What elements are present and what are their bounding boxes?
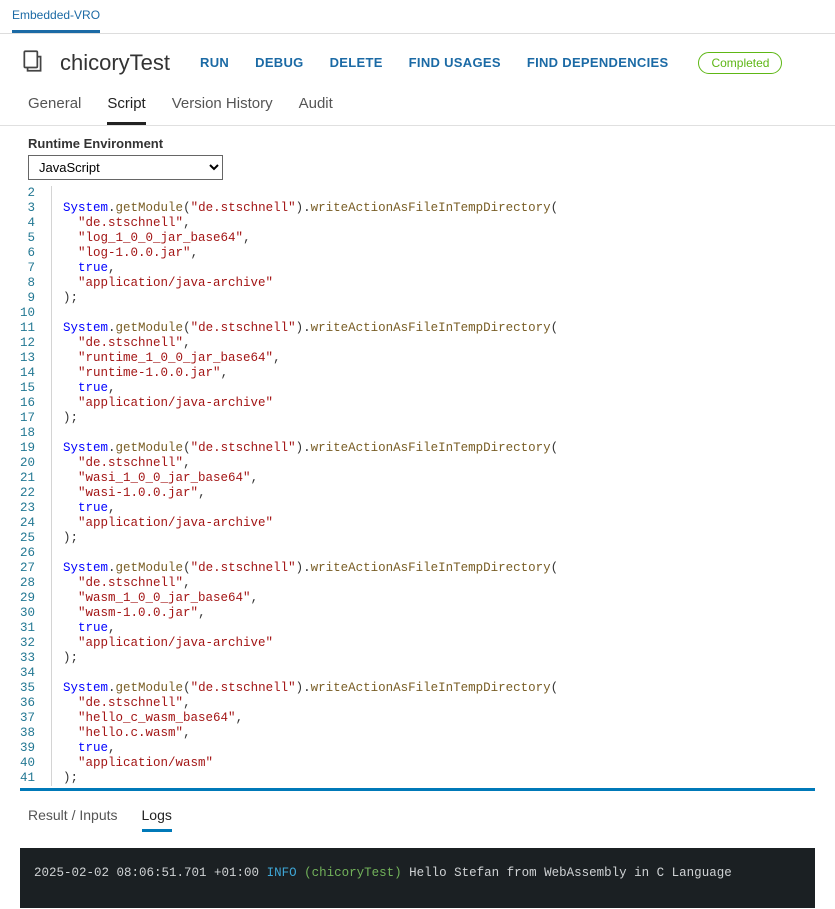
runtime-label: Runtime Environment bbox=[28, 136, 807, 151]
find-usages-button[interactable]: FIND USAGES bbox=[409, 55, 501, 70]
find-dependencies-button[interactable]: FIND DEPENDENCIES bbox=[527, 55, 669, 70]
action-icon bbox=[20, 48, 46, 77]
page-header: chicoryTest RUN DEBUG DELETE FIND USAGES… bbox=[0, 34, 835, 87]
page-title: chicoryTest bbox=[60, 50, 170, 76]
runtime-section: Runtime Environment JavaScript bbox=[0, 126, 835, 186]
line-number-gutter: 2345678910111213141516171819202122232425… bbox=[20, 186, 45, 786]
tab-script[interactable]: Script bbox=[107, 87, 145, 125]
content-tabs: General Script Version History Audit bbox=[0, 87, 835, 126]
status-badge: Completed bbox=[698, 52, 782, 74]
runtime-select[interactable]: JavaScript bbox=[28, 155, 223, 180]
tab-audit[interactable]: Audit bbox=[299, 87, 333, 125]
tab-version-history[interactable]: Version History bbox=[172, 87, 273, 125]
tab-logs[interactable]: Logs bbox=[142, 801, 172, 832]
tab-result-inputs[interactable]: Result / Inputs bbox=[28, 801, 118, 832]
run-button[interactable]: RUN bbox=[200, 55, 229, 70]
tab-general[interactable]: General bbox=[28, 87, 81, 125]
code-area[interactable]: System.getModule("de.stschnell").writeAc… bbox=[45, 186, 558, 786]
topbar-tab-embedded-vro[interactable]: Embedded-VRO bbox=[12, 0, 100, 33]
debug-button[interactable]: DEBUG bbox=[255, 55, 303, 70]
log-console: 2025-02-02 08:06:51.701 +01:00 INFO (chi… bbox=[20, 848, 815, 908]
top-navbar: Embedded-VRO bbox=[0, 0, 835, 34]
output-tabs: Result / Inputs Logs bbox=[0, 791, 835, 840]
delete-button[interactable]: DELETE bbox=[330, 55, 383, 70]
code-editor[interactable]: 2345678910111213141516171819202122232425… bbox=[0, 186, 835, 786]
